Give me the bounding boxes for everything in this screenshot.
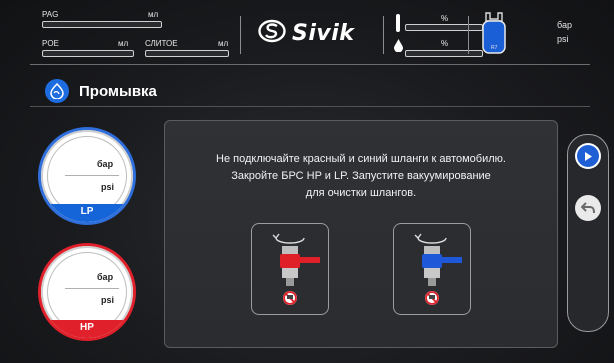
drop-icon xyxy=(394,39,403,57)
drain-level-field xyxy=(145,50,229,57)
lp-coupler-illustration xyxy=(393,223,471,315)
sivik-logo-icon xyxy=(258,19,286,48)
poe-unit: мл xyxy=(118,39,129,48)
title-divider xyxy=(30,106,590,107)
top-status-bar: PAG мл POE мл СЛИТОЕ мл Sivik % % R7 бар… xyxy=(30,6,590,65)
refrigerant-tank-icon xyxy=(480,11,508,60)
instruction-line-1: Не подключайте красный и синий шланги к … xyxy=(216,153,506,165)
lp-label-band: LP xyxy=(41,204,133,222)
hp-gauge[interactable]: бар psi HP xyxy=(41,246,133,338)
screen: PAG мл POE мл СЛИТОЕ мл Sivik % % R7 бар… xyxy=(0,0,614,363)
gauge-divider xyxy=(65,175,119,176)
brand-name: Sivik xyxy=(292,20,355,46)
percent-bottom: % xyxy=(441,39,449,48)
hp-unit-psi: psi xyxy=(101,295,115,305)
lp-coupler-icon xyxy=(414,233,462,305)
pressure-unit-psi: psi xyxy=(557,34,569,44)
separator xyxy=(468,16,469,54)
poe-level-field xyxy=(42,50,134,57)
hp-label: HP xyxy=(80,322,94,333)
tank-label: R7 xyxy=(491,45,498,51)
instruction-text: Не подключайте красный и синий шланги к … xyxy=(165,151,557,202)
page-title: Промывка xyxy=(79,82,157,100)
flush-icon xyxy=(45,79,69,103)
back-arrow-icon xyxy=(581,202,595,214)
instruction-line-3: для очистки шлангов. xyxy=(305,187,417,199)
pressure-unit-bar: бар xyxy=(557,20,572,30)
hp-coupler-illustration xyxy=(251,223,329,315)
instruction-line-2: Закройте БРС HP и LP. Запустите вакуумир… xyxy=(231,170,491,182)
instruction-panel: Не подключайте красный и синий шланги к … xyxy=(164,120,558,348)
lp-label: LP xyxy=(80,206,94,217)
temperature-icon xyxy=(395,14,401,37)
drain-label: СЛИТОЕ xyxy=(145,39,178,48)
pag-label: PAG xyxy=(42,10,59,19)
brand-logo: Sivik xyxy=(258,15,374,51)
side-control-bar xyxy=(567,134,609,332)
separator xyxy=(240,16,241,54)
pag-unit: мл xyxy=(148,10,159,19)
moisture-field xyxy=(405,50,483,57)
drain-unit: мл xyxy=(218,39,229,48)
lp-unit-bar: бар xyxy=(97,159,114,169)
pag-level-field xyxy=(42,21,162,28)
play-icon xyxy=(577,145,599,167)
lp-gauge[interactable]: бар psi LP xyxy=(41,130,133,222)
lp-unit-psi: psi xyxy=(101,182,115,192)
temperature-field xyxy=(405,24,483,31)
percent-top: % xyxy=(441,14,449,23)
hp-unit-bar: бар xyxy=(97,272,114,282)
poe-label: POE xyxy=(42,39,59,48)
page-header: Промывка xyxy=(45,78,585,104)
gauge-divider xyxy=(65,288,119,289)
hp-label-band: HP xyxy=(41,320,133,338)
separator xyxy=(383,16,384,54)
hp-coupler-icon xyxy=(272,233,320,305)
back-button[interactable] xyxy=(575,195,601,221)
start-button[interactable] xyxy=(575,143,601,169)
